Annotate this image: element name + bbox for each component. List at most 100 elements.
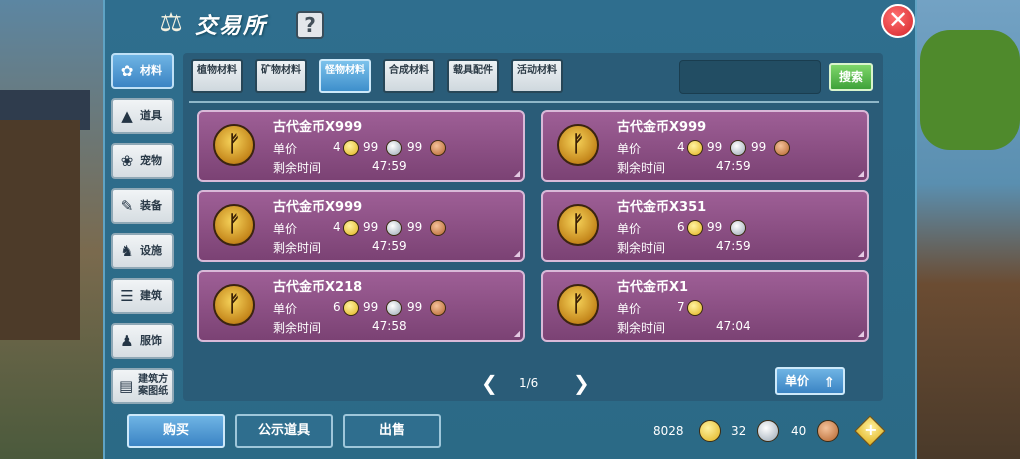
sidebar-item-equipment[interactable]: ✎ 装备 — [111, 188, 174, 224]
ancient-coin-icon: ᚠ — [213, 284, 255, 326]
close-button[interactable]: ✕ — [881, 4, 915, 38]
silver-coin-icon — [730, 220, 746, 236]
silver-coin-icon — [386, 140, 402, 156]
item-name: 古代金币X999 — [617, 120, 707, 135]
buy-button[interactable]: 购买 — [127, 414, 225, 448]
price-row: 4 99 99 — [273, 219, 513, 237]
gold-coin-icon — [687, 220, 703, 236]
tab-synthetic-materials[interactable]: 合成材料 — [383, 59, 435, 93]
page-indicator: 1/6 — [519, 376, 539, 390]
tab-vehicle-parts[interactable]: 载具配件 — [447, 59, 499, 93]
sidebar-item-blueprints[interactable]: ▤ 建筑方案图纸 — [111, 368, 174, 404]
sidebar-item-label: 建筑 — [140, 289, 162, 302]
listing-card[interactable]: ᚠ 古代金币X1 单价 7 剩余时间 47:04 ◢ — [541, 270, 869, 342]
silver-coin-icon — [757, 420, 779, 442]
add-currency-button[interactable]: + — [854, 415, 886, 447]
ancient-coin-icon: ᚠ — [557, 284, 599, 326]
copper-coin-icon — [817, 420, 839, 442]
corner-mark-icon: ◢ — [513, 249, 520, 258]
ancient-coin-icon: ᚠ — [557, 124, 599, 166]
sidebar-item-buildings[interactable]: ☰ 建筑 — [111, 278, 174, 314]
balance-scale-icon: ⚖ — [159, 8, 183, 38]
sidebar-item-clothing[interactable]: ♟ 服饰 — [111, 323, 174, 359]
divider — [189, 101, 879, 103]
wallet-gold: 8028 — [653, 424, 684, 438]
price-row: 4 99 99 — [617, 139, 857, 157]
tab-monster-materials[interactable]: 怪物材料 — [319, 59, 371, 93]
corner-mark-icon: ◢ — [857, 249, 864, 258]
pagination: ❮ 1/6 ❯ — [473, 371, 593, 395]
gold-amount: 6 — [677, 220, 685, 234]
tab-mineral-materials[interactable]: 矿物材料 — [255, 59, 307, 93]
search-button[interactable]: 搜索 — [829, 63, 873, 91]
tab-plant-materials[interactable]: 植物材料 — [191, 59, 243, 93]
paw-icon: ❀ — [120, 152, 134, 170]
copper-amount: 99 — [407, 140, 423, 154]
corner-mark-icon: ◢ — [513, 329, 520, 338]
tool-icon: ▲ — [121, 107, 133, 125]
listing-area: 植物材料 矿物材料 怪物材料 合成材料 载具配件 活动材料 搜索 ᚠ 古代金币X… — [183, 53, 883, 401]
help-button[interactable]: ? — [296, 11, 324, 39]
materials-icon: ✿ — [120, 62, 134, 80]
remaining-time-label: 剩余时间 — [273, 321, 322, 335]
sidebar-item-label: 设施 — [140, 244, 162, 257]
sell-button[interactable]: 出售 — [343, 414, 441, 448]
remaining-time-label: 剩余时间 — [617, 241, 666, 255]
price-row: 7 — [617, 299, 857, 317]
window-title: 交易所 — [195, 14, 268, 39]
listing-card[interactable]: ᚠ 古代金币X351 单价 6 99 剩余时间 47:59 ◢ — [541, 190, 869, 262]
sort-by-price-button[interactable]: 单价 ⇑ — [775, 367, 845, 395]
remaining-time: 47:59 — [716, 159, 751, 173]
clothing-icon: ♟ — [120, 332, 134, 350]
sidebar-item-facilities[interactable]: ♞ 设施 — [111, 233, 174, 269]
gold-amount: 4 — [333, 140, 341, 154]
listing-card[interactable]: ᚠ 古代金币X999 单价 4 99 99 剩余时间 47:59 ◢ — [541, 110, 869, 182]
sort-arrow-icon: ⇑ — [823, 375, 835, 391]
item-name: 古代金币X1 — [617, 280, 689, 295]
remaining-time-label: 剩余时间 — [617, 321, 666, 335]
silver-amount: 99 — [363, 140, 379, 154]
gold-amount: 4 — [333, 220, 341, 234]
remaining-time: 47:59 — [716, 239, 751, 253]
prev-page-icon[interactable]: ❮ — [481, 371, 498, 395]
copper-amount: 99 — [407, 300, 423, 314]
title-bar: ⚖ 交易所 ? ✕ — [105, 0, 915, 48]
sidebar-item-materials[interactable]: ✿ 材料 — [111, 53, 174, 89]
listing-card[interactable]: ᚠ 古代金币X999 单价 4 99 99 剩余时间 47:59 ◢ — [197, 110, 525, 182]
remaining-time: 47:59 — [372, 239, 407, 253]
category-sidebar: ✿ 材料 ▲ 道具 ❀ 宠物 ✎ 装备 ♞ 设施 ☰ 建筑 ♟ 服饰 ▤ 建筑方 — [111, 53, 177, 413]
equipment-icon: ✎ — [120, 197, 134, 215]
listing-card[interactable]: ᚠ 古代金币X999 单价 4 99 99 剩余时间 47:59 ◢ — [197, 190, 525, 262]
sidebar-item-tools[interactable]: ▲ 道具 — [111, 98, 174, 134]
wallet-copper: 40 — [791, 424, 807, 438]
sidebar-item-label: 装备 — [140, 199, 162, 212]
sidebar-item-label: 道具 — [140, 109, 162, 122]
background-house — [0, 120, 80, 340]
gold-coin-icon — [343, 300, 359, 316]
game-background-left — [0, 0, 110, 459]
remaining-time: 47:58 — [372, 319, 407, 333]
price-row: 6 99 99 — [273, 299, 513, 317]
plus-icon: + — [864, 420, 878, 440]
price-row: 4 99 99 — [273, 139, 513, 157]
gold-amount: 6 — [333, 300, 341, 314]
bottom-bar: 购买 公示道具 出售 8028 32 40 + — [105, 405, 915, 459]
silver-amount: 99 — [363, 300, 379, 314]
item-name: 古代金币X999 — [273, 120, 363, 135]
sidebar-item-label: 服饰 — [140, 334, 162, 347]
copper-amount: 99 — [407, 220, 423, 234]
gold-coin-icon — [699, 420, 721, 442]
listing-card[interactable]: ᚠ 古代金币X218 单价 6 99 99 剩余时间 47:58 ◢ — [197, 270, 525, 342]
ancient-coin-icon: ᚠ — [213, 124, 255, 166]
subcategory-tabs: 植物材料 矿物材料 怪物材料 合成材料 载具配件 活动材料 — [191, 59, 563, 93]
search-input[interactable] — [679, 60, 821, 94]
tab-event-materials[interactable]: 活动材料 — [511, 59, 563, 93]
copper-amount: 99 — [751, 140, 767, 154]
remaining-time-label: 剩余时间 — [273, 241, 322, 255]
silver-coin-icon — [386, 220, 402, 236]
public-items-button[interactable]: 公示道具 — [235, 414, 333, 448]
silver-coin-icon — [386, 300, 402, 316]
sidebar-item-pets[interactable]: ❀ 宠物 — [111, 143, 174, 179]
silver-amount: 99 — [363, 220, 379, 234]
next-page-icon[interactable]: ❯ — [573, 371, 590, 395]
